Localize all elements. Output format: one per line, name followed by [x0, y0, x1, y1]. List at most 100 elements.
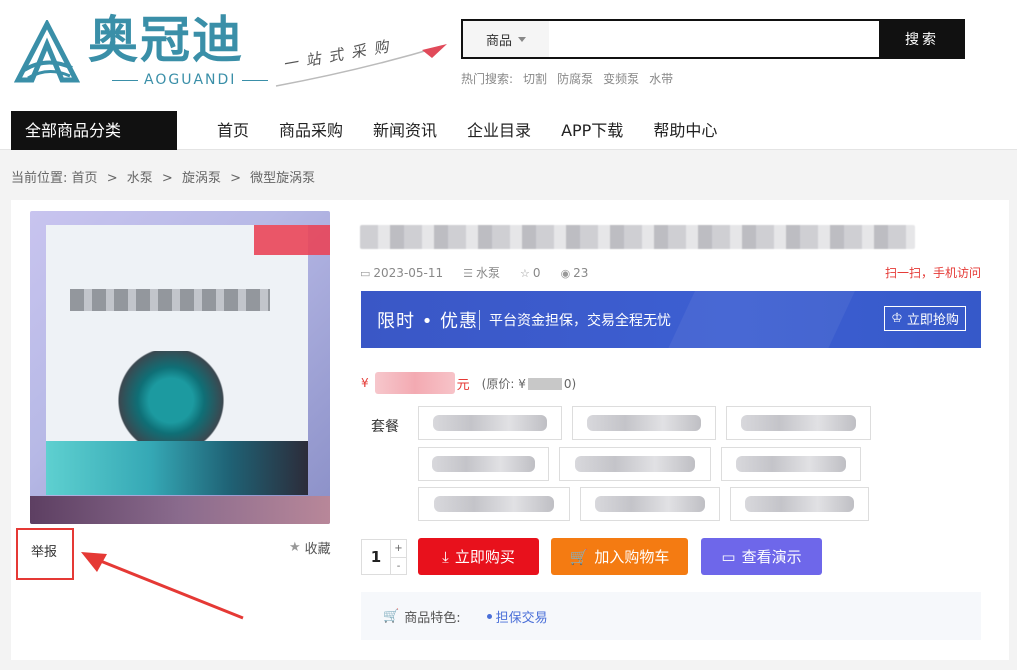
breadcrumb-item[interactable]: 微型旋涡泵 — [250, 171, 315, 186]
price-unit: 元 — [456, 377, 470, 393]
features-label: 商品特色: — [404, 610, 461, 626]
buy-now-button[interactable]: ⤓ 立即购买 — [418, 538, 539, 575]
product-panel: 举报 ★ 收藏 ▭ 2023-05-11 ☰ 水泵 ☆ 0 ◉ 23 扫一扫，手机访问 … — [11, 200, 1009, 660]
quantity-stepper: 1 + - — [361, 539, 407, 575]
package-option[interactable] — [418, 487, 570, 521]
brand-name-cn: 奥冠迪 — [88, 10, 244, 69]
star-icon: ★ — [289, 540, 301, 555]
quantity-increase-button[interactable]: + — [391, 540, 406, 558]
breadcrumb: 当前位置: 首页 > 水泵 > 旋涡泵 > 微型旋涡泵 — [11, 167, 315, 186]
calendar-icon: ▭ — [360, 266, 371, 280]
package-label: 套餐 — [371, 419, 399, 435]
promo-text: 平台资金担保，交易全程无忧 — [489, 313, 671, 329]
breadcrumb-label: 当前位置: — [11, 171, 68, 186]
hot-search-item[interactable]: 切割 — [523, 70, 547, 87]
nav-item-app[interactable]: APP下载 — [546, 111, 638, 150]
eye-icon: ◉ — [560, 266, 571, 280]
promo-divider — [479, 310, 480, 330]
nav-item-purchase[interactable]: 商品采购 — [264, 111, 358, 150]
scan-mobile-link[interactable]: 扫一扫，手机访问 — [885, 264, 981, 281]
monitor-icon: ▭ — [721, 547, 736, 566]
add-to-cart-button[interactable]: 🛒 加入购物车 — [551, 538, 688, 575]
promo-banner: 限时 • 优惠 平台资金担保，交易全程无忧 ♔ 立即抢购 — [361, 291, 981, 348]
product-features: 🛒 商品特色: 担保交易 — [361, 592, 981, 640]
download-icon: ⤓ — [442, 547, 449, 566]
category-info: ☰ 水泵 — [463, 264, 500, 281]
favorite-button[interactable]: ★ 收藏 — [289, 538, 331, 557]
star-outline-icon: ☆ — [520, 266, 530, 280]
orig-price-blurred — [527, 378, 562, 390]
package-option[interactable] — [730, 487, 869, 521]
nav-item-directory[interactable]: 企业目录 — [452, 111, 546, 150]
site-header: 奥冠迪 AOGUANDI 一站式采购 商品 搜索 热门搜索: 切割 防腐泵 变频… — [0, 0, 1017, 150]
nav-item-news[interactable]: 新闻资讯 — [358, 111, 452, 150]
search-category-label: 商品 — [485, 33, 512, 49]
price-blurred — [374, 372, 455, 394]
orig-prefix: (原价: ¥ — [481, 376, 526, 391]
package-option[interactable] — [580, 487, 720, 521]
search-button[interactable]: 搜索 — [879, 20, 965, 58]
feature-tag: 担保交易 — [495, 610, 548, 626]
brand-name-en: AOGUANDI — [106, 72, 274, 88]
quantity-input[interactable]: 1 — [362, 540, 390, 574]
search-category-select[interactable]: 商品 — [463, 21, 549, 57]
date-info: ▭ 2023-05-11 — [360, 266, 443, 280]
product-date: 2023-05-11 — [373, 265, 444, 280]
nav-item-home[interactable]: 首页 — [202, 111, 264, 150]
all-categories-button[interactable]: 全部商品分类 — [11, 111, 177, 150]
stars-info: ☆ 0 — [520, 266, 541, 280]
report-highlight-box: 举报 — [16, 528, 74, 580]
hot-search-item[interactable]: 防腐泵 — [557, 70, 593, 87]
quantity-decrease-button[interactable]: - — [391, 558, 406, 575]
view-demo-label: 查看演示 — [741, 548, 802, 566]
search-bar: 商品 搜索 — [461, 19, 965, 59]
product-image[interactable] — [30, 211, 330, 524]
cart-outline-icon: 🛒 — [383, 608, 400, 624]
package-option[interactable] — [721, 447, 861, 481]
crown-icon: ♔ — [891, 311, 903, 326]
breadcrumb-separator: > — [230, 171, 241, 186]
main-nav: 全部商品分类 首页 商品采购 新闻资讯 企业目录 APP下载 帮助中心 — [0, 111, 1017, 150]
bullet-icon — [486, 613, 492, 619]
list-icon: ☰ — [463, 267, 474, 280]
breadcrumb-separator: > — [161, 171, 173, 186]
original-price: (原价: ¥ 0) — [482, 375, 577, 392]
breadcrumb-item[interactable]: 水泵 — [127, 171, 153, 186]
breadcrumb-item[interactable]: 旋涡泵 — [182, 171, 221, 186]
product-title-blurred — [360, 225, 915, 249]
site-logo[interactable]: 奥冠迪 AOGUANDI — [14, 12, 276, 92]
caret-down-icon — [518, 36, 526, 42]
hot-search-item[interactable]: 变频泵 — [603, 70, 639, 87]
breadcrumb-separator: > — [106, 171, 118, 186]
package-option[interactable] — [559, 447, 711, 481]
search-input[interactable] — [549, 21, 879, 57]
view-demo-button[interactable]: ▭ 查看演示 — [701, 538, 822, 575]
hot-search-label: 热门搜索: — [461, 72, 514, 86]
package-option[interactable] — [418, 447, 549, 481]
buy-now-label: 立即购买 — [454, 548, 515, 566]
breadcrumb-item[interactable]: 首页 — [72, 171, 98, 186]
logo-mark-icon — [14, 20, 80, 83]
package-option[interactable] — [726, 406, 871, 440]
price-row: ¥ 元 (原价: ¥ 0) — [361, 372, 576, 394]
orig-suffix: 0) — [563, 376, 577, 391]
promo-title: 限时 • 优惠 — [377, 311, 479, 332]
cart-icon: 🛒 — [569, 547, 589, 566]
nav-items: 首页 商品采购 新闻资讯 企业目录 APP下载 帮助中心 — [202, 111, 732, 150]
price-currency: ¥ — [361, 376, 369, 390]
hot-search-item[interactable]: 水带 — [649, 70, 673, 87]
package-option[interactable] — [572, 406, 716, 440]
product-meta: ▭ 2023-05-11 ☰ 水泵 ☆ 0 ◉ 23 — [360, 264, 588, 281]
add-to-cart-label: 加入购物车 — [594, 548, 670, 566]
grab-now-button[interactable]: ♔ 立即抢购 — [884, 306, 966, 331]
product-category[interactable]: 水泵 — [476, 266, 500, 280]
grab-now-label: 立即抢购 — [906, 313, 959, 328]
views-info: ◉ 23 — [561, 266, 589, 280]
report-link[interactable]: 举报 — [31, 541, 57, 560]
package-option[interactable] — [418, 406, 562, 440]
nav-item-help[interactable]: 帮助中心 — [638, 111, 732, 150]
product-stars: 0 — [532, 265, 541, 280]
hot-search: 热门搜索: 切割 防腐泵 变频泵 水带 — [461, 70, 673, 87]
product-views: 23 — [573, 265, 589, 280]
favorite-label: 收藏 — [304, 542, 331, 557]
